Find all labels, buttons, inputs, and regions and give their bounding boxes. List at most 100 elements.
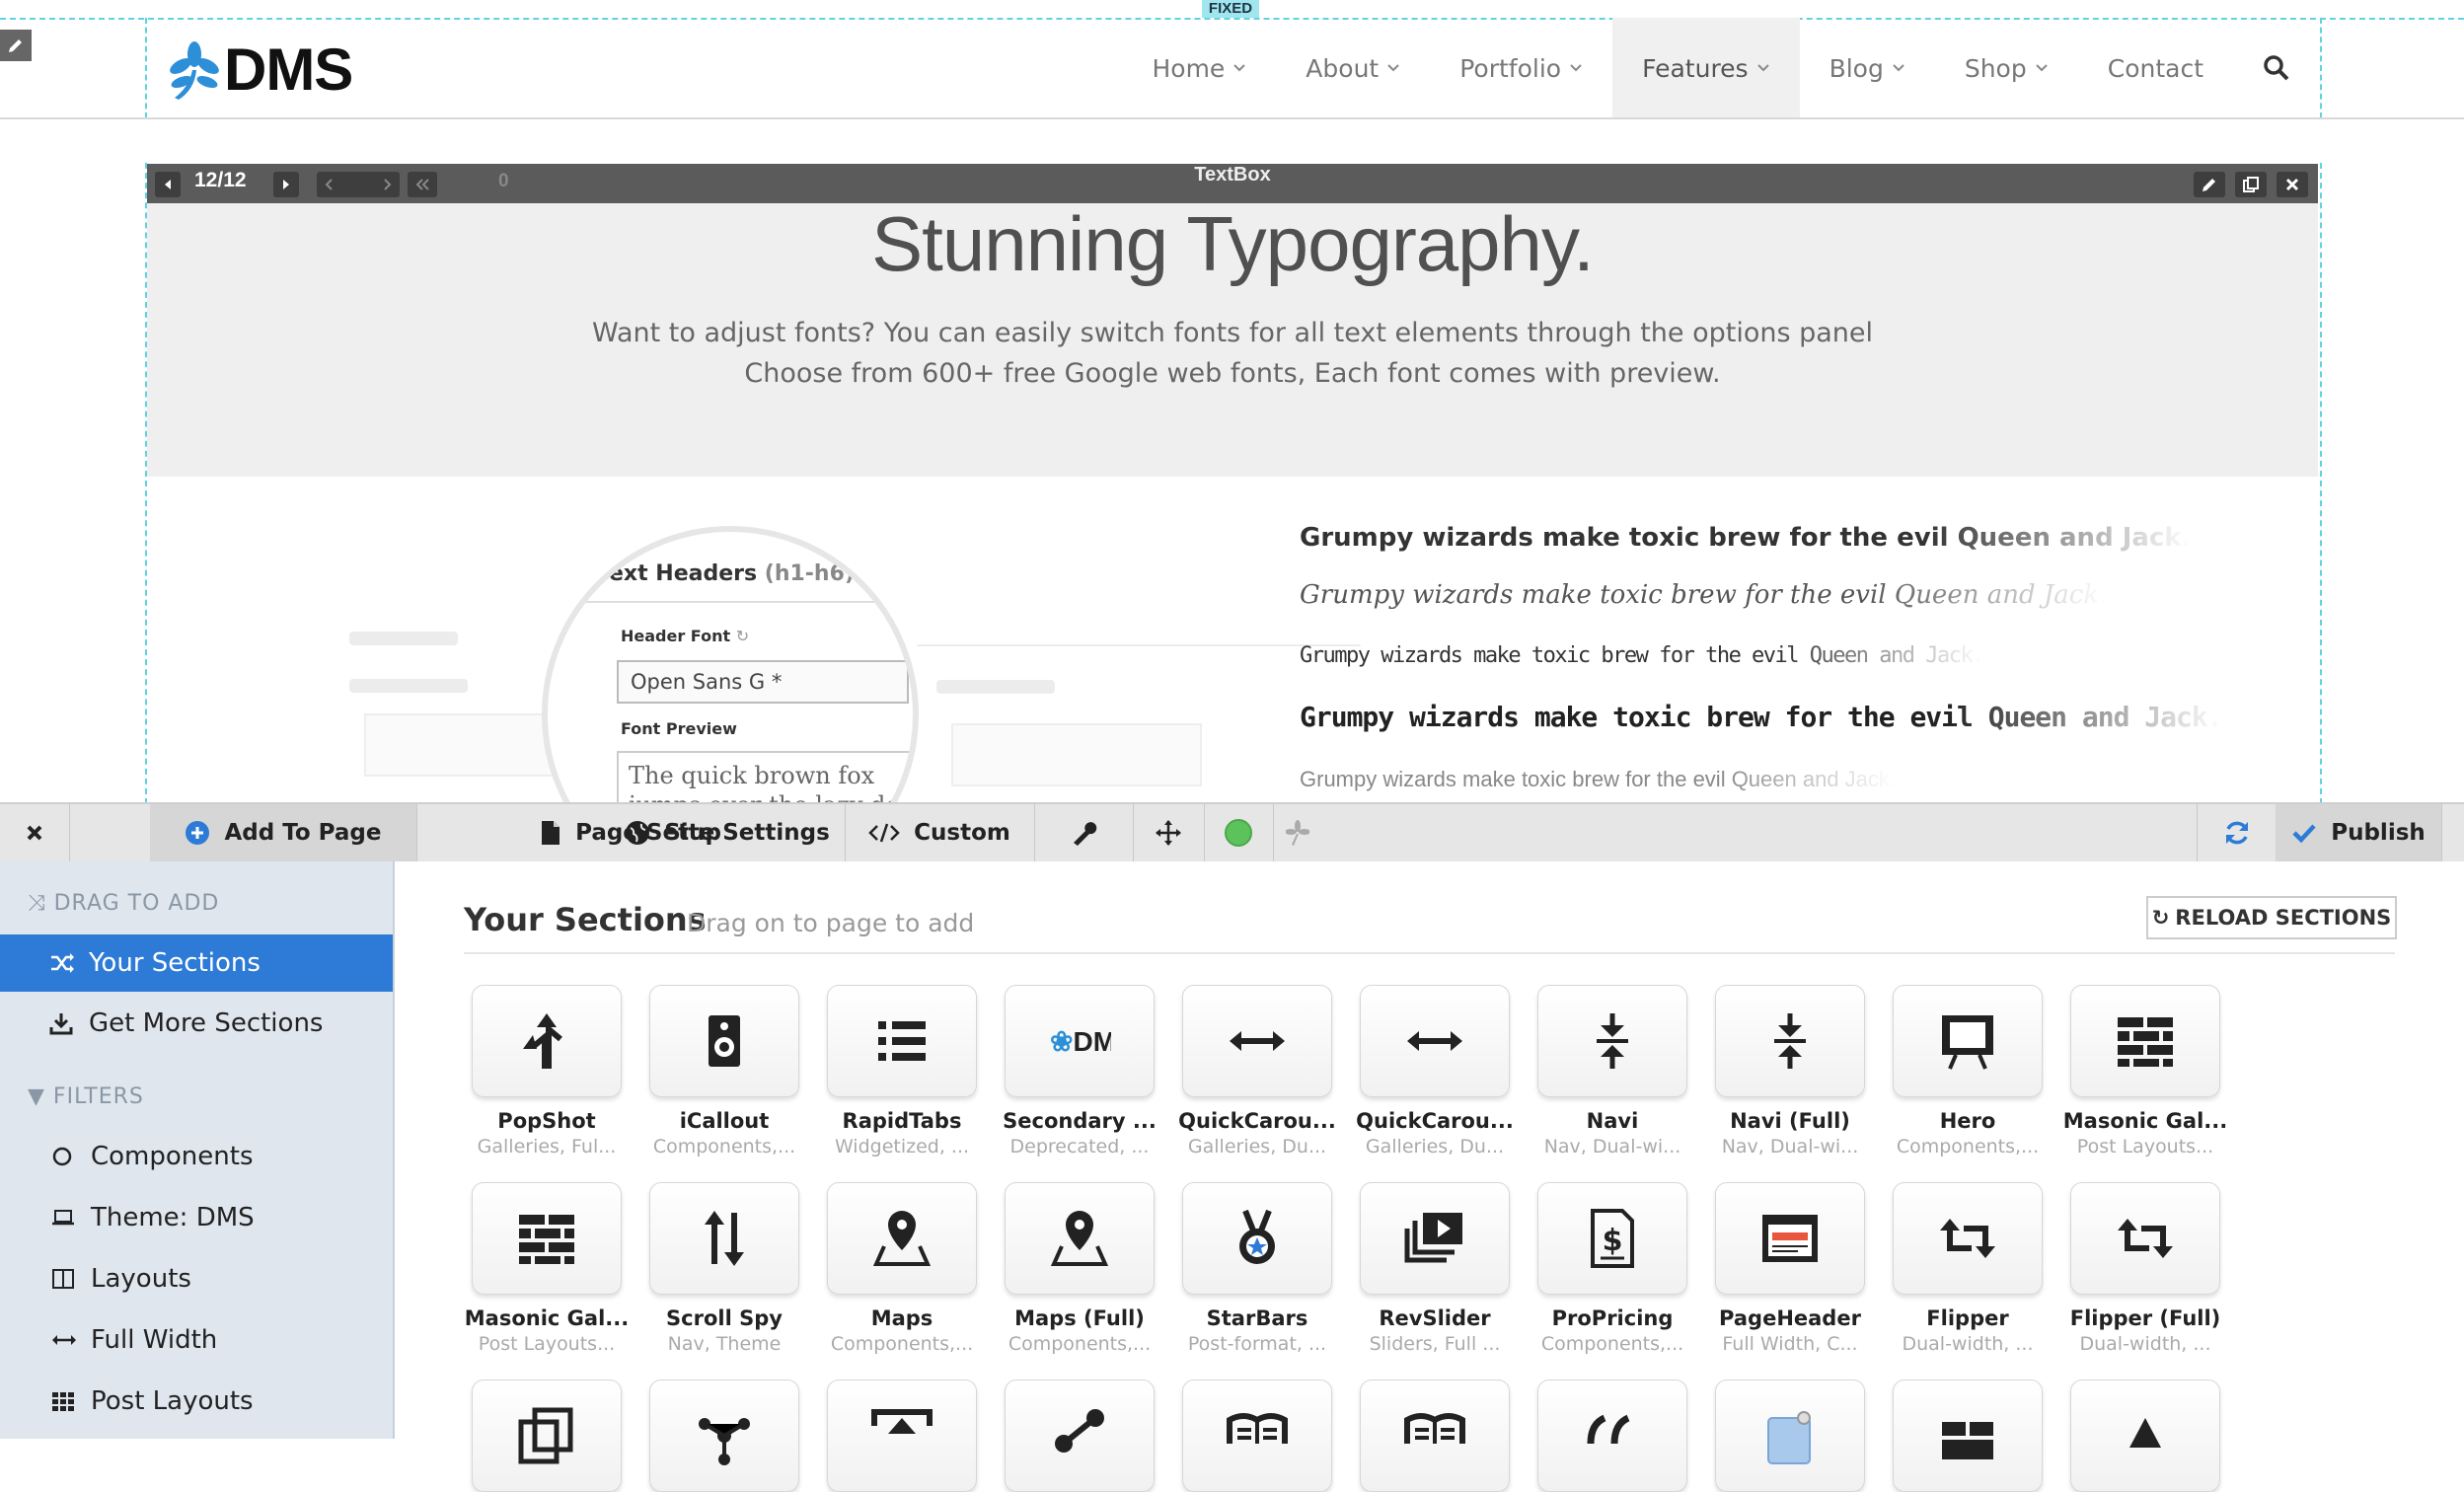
- retweet-icon: [2114, 1207, 2177, 1270]
- textbox-line-1: Want to adjust fonts? You can easily swi…: [591, 318, 1874, 348]
- section-card-tile[interactable]: [2070, 985, 2220, 1097]
- section-card-tile[interactable]: [1715, 1380, 1865, 1492]
- section-card-tile[interactable]: $: [1537, 1182, 1687, 1295]
- section-card-tile[interactable]: [472, 985, 622, 1097]
- nav-item-blog[interactable]: Blog: [1800, 18, 1935, 118]
- filter-post-layouts[interactable]: Post Layouts: [0, 1373, 393, 1430]
- section-card-name: Navi: [1586, 1109, 1639, 1133]
- section-card-tile[interactable]: [649, 985, 799, 1097]
- section-card-tile[interactable]: [827, 1182, 977, 1295]
- custom-code-tab[interactable]: Custom: [845, 804, 1035, 861]
- status-indicator[interactable]: [1204, 804, 1274, 861]
- section-card-tile[interactable]: [1005, 1182, 1155, 1295]
- nav-item-features[interactable]: Features: [1612, 18, 1800, 118]
- section-card-tile[interactable]: [649, 1380, 799, 1492]
- nav-item-about[interactable]: About: [1276, 18, 1430, 118]
- plus-circle-icon: [185, 820, 210, 846]
- nav-item-contact[interactable]: Contact: [2078, 18, 2233, 118]
- section-card-tile[interactable]: [1893, 1182, 2043, 1295]
- section-card-tags: Sliders, Full ...: [1369, 1333, 1501, 1355]
- refresh-icon: ↻: [735, 627, 750, 645]
- section-card-tile[interactable]: [827, 985, 977, 1097]
- section-card-tile[interactable]: [1537, 985, 1687, 1097]
- panel-title: Your Sections: [464, 901, 707, 938]
- blurred-field: [951, 723, 1202, 786]
- close-toolbar-button[interactable]: [0, 804, 70, 861]
- nav-label: Shop: [1964, 53, 2027, 83]
- filter-label: Full Width: [91, 1325, 218, 1355]
- section-card-tile[interactable]: [2070, 1380, 2220, 1492]
- sidebar-item-your-sections[interactable]: Your Sections: [0, 934, 393, 992]
- header-font-label: Header Font ↻: [621, 627, 749, 645]
- filter-layouts[interactable]: Layouts: [0, 1250, 393, 1307]
- magnifier-divider: [548, 601, 913, 603]
- site-settings-tab[interactable]: Site Settings: [610, 804, 846, 861]
- publish-button[interactable]: Publish: [2276, 804, 2442, 861]
- text-headers-title: ext Headers: [609, 561, 758, 586]
- section-card-tile[interactable]: [1715, 1182, 1865, 1295]
- refresh-icon: [2226, 821, 2248, 845]
- site-settings-label: Site Settings: [664, 820, 830, 846]
- nav-label: About: [1306, 53, 1380, 83]
- section-card-tile[interactable]: [472, 1182, 622, 1295]
- tools-button[interactable]: [1034, 804, 1134, 861]
- nav-item-shop[interactable]: Shop: [1935, 18, 2078, 118]
- section-card-tile[interactable]: [2070, 1182, 2220, 1295]
- section-clone-button[interactable]: [2235, 172, 2267, 197]
- section-card-name: Flipper (Full): [2069, 1306, 2221, 1330]
- filter-full-width[interactable]: Full Width: [0, 1311, 393, 1369]
- section-card-tile[interactable]: [649, 1182, 799, 1295]
- section-card-tile[interactable]: [1893, 985, 2043, 1097]
- section-card-tile[interactable]: [1537, 1380, 1687, 1492]
- pencil-icon: [2203, 179, 2215, 191]
- site-logo[interactable]: DMS: [169, 36, 353, 104]
- section-card-tile[interactable]: ❀DMS: [1005, 985, 1155, 1097]
- header-font-select: Open Sans G *: [617, 660, 909, 704]
- add-to-page-tab[interactable]: Add To Page: [150, 804, 417, 861]
- edit-pencil-button[interactable]: [0, 30, 32, 61]
- document-icon: [540, 820, 561, 846]
- faded-logo-button[interactable]: [1273, 804, 1322, 861]
- section-card-tile[interactable]: [472, 1380, 622, 1492]
- toolbar-spacer: [69, 804, 151, 861]
- filter-theme-dms[interactable]: Theme: DMS: [0, 1189, 393, 1246]
- section-card-tile[interactable]: [1182, 1380, 1332, 1492]
- section-card-tags: Components,...: [1540, 1333, 1684, 1355]
- nav-item-portfolio[interactable]: Portfolio: [1430, 18, 1612, 118]
- section-delete-button[interactable]: [2277, 172, 2308, 197]
- section-card-tags: Galleries, Du...: [1187, 1136, 1327, 1157]
- section-card-tile[interactable]: [1360, 1182, 1510, 1295]
- section-card-tile[interactable]: [1182, 1182, 1332, 1295]
- main-nav: Home About Portfolio Features Blog Shop Contac…: [1122, 18, 2320, 118]
- sidebar-item-get-more[interactable]: Get More Sections: [0, 995, 393, 1052]
- nav-item-home[interactable]: Home: [1122, 18, 1276, 118]
- reload-sections-button[interactable]: ↻ RELOAD SECTIONS: [2146, 896, 2397, 939]
- section-card-tile[interactable]: [1005, 1380, 1155, 1492]
- logo-text: DMS: [224, 37, 353, 103]
- laptop-icon: [51, 1208, 81, 1228]
- nav-label: Blog: [1829, 53, 1884, 83]
- move-button[interactable]: [1133, 804, 1205, 861]
- section-edit-button[interactable]: [2194, 172, 2225, 197]
- section-card-tile[interactable]: [1893, 1380, 2043, 1492]
- chevron-down-icon: [1756, 63, 1770, 73]
- section-card-tags: Dual-width, ...: [2079, 1333, 2211, 1355]
- section-card-tags: Dual-width, ...: [1902, 1333, 2034, 1355]
- section-card-tile[interactable]: [827, 1380, 977, 1492]
- up-down-arrows-icon: [693, 1207, 756, 1270]
- get-more-label: Get More Sections: [89, 1008, 324, 1038]
- triangle-icon: [2114, 1404, 2177, 1467]
- nav-label: Portfolio: [1459, 53, 1562, 83]
- add-to-page-label: Add To Page: [224, 820, 382, 846]
- search-button[interactable]: [2233, 18, 2320, 118]
- filter-components[interactable]: Components: [0, 1128, 393, 1185]
- section-card-tags: Components,...: [1896, 1136, 2040, 1157]
- section-card-tile[interactable]: [1360, 1380, 1510, 1492]
- filters-heading: ▼ FILTERS: [28, 1084, 144, 1109]
- section-card-tile[interactable]: [1360, 985, 1510, 1097]
- section-card-tile[interactable]: [1715, 985, 1865, 1097]
- section-card-tile[interactable]: [1182, 985, 1332, 1097]
- publish-label: Publish: [2331, 820, 2426, 846]
- section-card-tags: Post-format, ...: [1187, 1333, 1327, 1355]
- refresh-button[interactable]: [2197, 804, 2277, 861]
